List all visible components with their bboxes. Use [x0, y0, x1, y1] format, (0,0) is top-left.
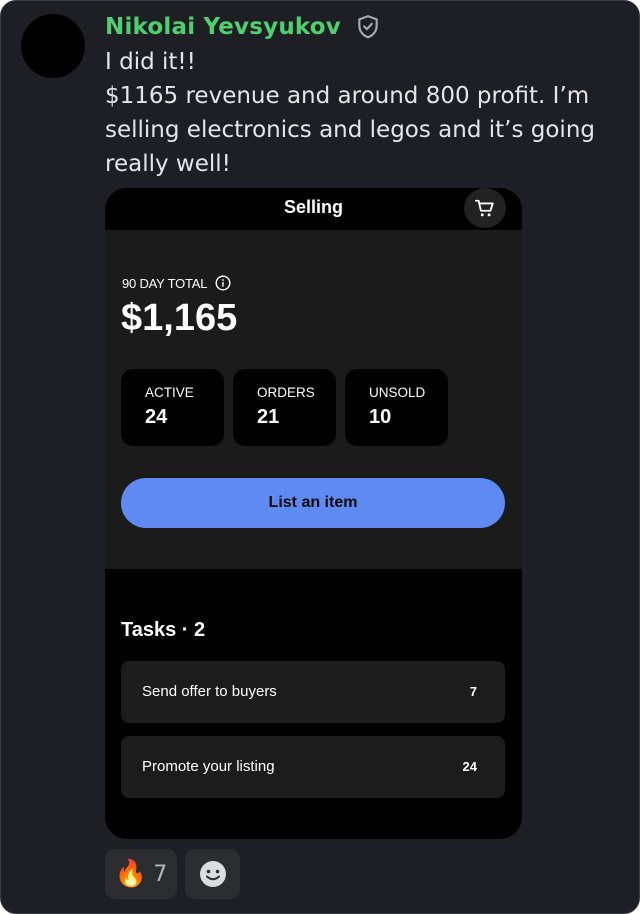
screenshot-title: Selling	[283, 197, 343, 217]
cart-button	[464, 188, 506, 228]
stat-value: 21	[257, 406, 280, 428]
message-line: really well!	[105, 151, 231, 177]
add-reaction-button[interactable]	[185, 849, 240, 899]
author-name[interactable]: Nikolai Yevsyukov	[105, 14, 341, 40]
avatar[interactable]	[21, 14, 85, 78]
task-label: Send offer to buyers	[142, 683, 277, 700]
shield-check-icon	[358, 15, 378, 39]
smiley-add-reaction-icon	[199, 861, 226, 887]
task-count: 7	[469, 684, 477, 699]
stat-label: UNSOLD	[369, 385, 426, 400]
total-value: $1,165	[121, 297, 238, 339]
message-line: I did it!!	[105, 49, 196, 75]
stat-card-orders: ORDERS 21	[233, 369, 336, 446]
fire-reaction-count: 7	[153, 861, 168, 887]
stat-card-active: ACTIVE 24	[121, 369, 224, 446]
attached-screenshot[interactable]: Selling 90 DAY TOTAL $1,165 ACTIVE 24 OR…	[105, 188, 522, 839]
message-header: Nikolai Yevsyukov	[105, 11, 381, 43]
info-icon	[215, 275, 231, 291]
stat-label: ORDERS	[257, 385, 315, 400]
tasks-title: Tasks · 2	[121, 619, 206, 641]
message-text: I did it!! $1165 revenue and around 800 …	[105, 45, 595, 181]
stat-value: 24	[145, 406, 168, 428]
stat-label: ACTIVE	[145, 385, 194, 400]
total-label: 90 DAY TOTAL	[122, 275, 231, 291]
message-line: $1165 revenue and around 800 profit. I’m	[105, 83, 590, 109]
chat-message-frame: Nikolai Yevsyukov I did it!! $1165 reven…	[0, 0, 640, 914]
total-label-text: 90 DAY TOTAL	[122, 275, 208, 291]
screenshot-header: Selling	[105, 188, 522, 230]
task-count: 24	[462, 759, 477, 774]
task-row-promote-listing: Promote your listing 24	[121, 736, 505, 798]
cart-icon	[474, 199, 494, 217]
list-item-button: List an item	[121, 478, 505, 528]
message-line: selling electronics and legos and it’s g…	[105, 117, 595, 143]
task-label: Promote your listing	[142, 758, 275, 775]
stat-card-unsold: UNSOLD 10	[345, 369, 448, 446]
task-row-send-offer: Send offer to buyers 7	[121, 661, 505, 723]
stat-value: 10	[369, 406, 392, 428]
fire-reaction-button[interactable]: 🔥 7	[105, 849, 177, 899]
fire-emoji-icon: 🔥	[114, 859, 148, 889]
